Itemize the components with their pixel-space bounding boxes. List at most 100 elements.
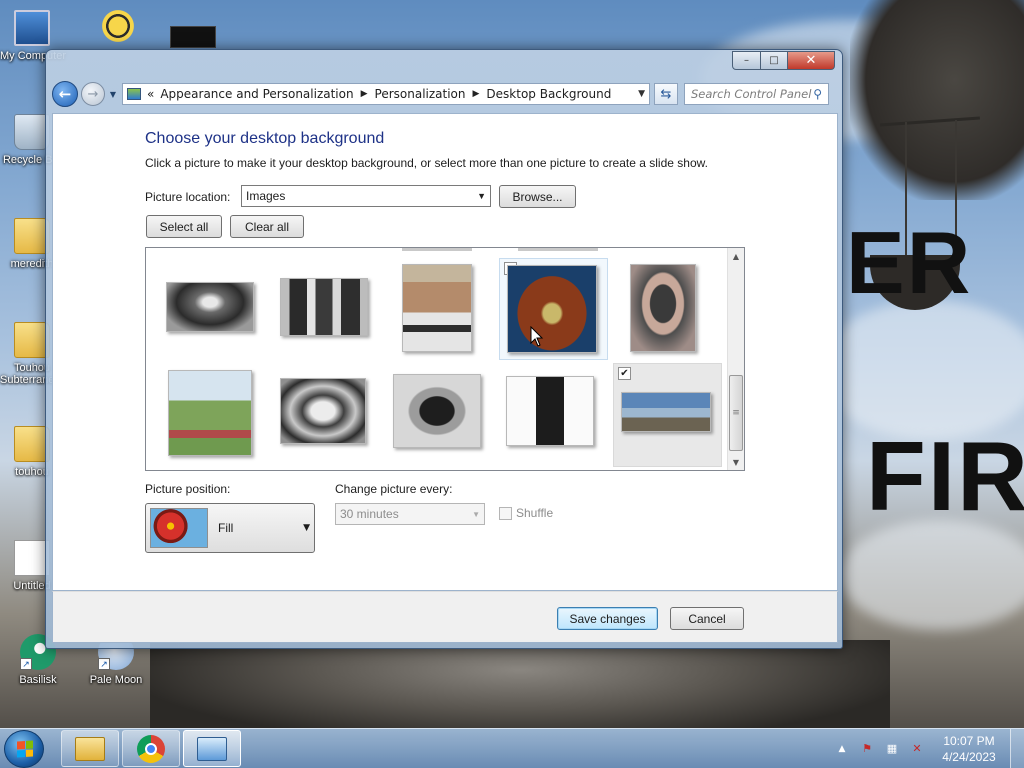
minimize-button[interactable]: – — [732, 51, 761, 70]
checkbox-box[interactable] — [499, 506, 512, 520]
change-picture-value: 30 minutes — [340, 507, 399, 521]
navigation-bar: ← → ▼ « Appearance and Personalization ▶… — [52, 80, 836, 108]
fill-preview-icon — [150, 508, 208, 548]
picture-position-select[interactable]: Fill ▼ — [145, 503, 315, 553]
file-explorer-icon — [75, 736, 105, 761]
scroll-down-button[interactable]: ▼ — [728, 454, 744, 470]
maximize-button[interactable]: □ — [761, 51, 788, 70]
close-icon: ✕ — [805, 53, 817, 68]
taskbar-explorer[interactable] — [61, 730, 119, 767]
picture-location-label: Picture location: — [145, 190, 231, 204]
desktop-icon-label: touhou — [15, 466, 49, 478]
mouse-cursor-icon — [530, 326, 544, 347]
checkmark-icon: ✔ — [620, 368, 629, 379]
browse-button[interactable]: Browse... — [499, 185, 576, 208]
desktop-icon-bee[interactable] — [96, 8, 140, 48]
show-hidden-icons-button[interactable]: ▲ — [834, 741, 850, 757]
volume-muted-icon[interactable]: ✕ — [909, 741, 925, 757]
chrome-icon — [137, 734, 165, 763]
page-description: Click a picture to make it your desktop … — [145, 156, 708, 170]
shortcut-arrow-icon: ↗ — [20, 658, 32, 670]
address-overflow-icon[interactable]: « — [147, 87, 154, 101]
shortcut-arrow-icon: ↗ — [98, 658, 110, 670]
action-center-icon[interactable]: ⚑ — [859, 741, 875, 757]
breadcrumb-separator-icon[interactable]: ▶ — [473, 89, 480, 99]
recent-pages-button[interactable]: ▼ — [107, 90, 119, 99]
content-area: Choose your desktop background Click a p… — [52, 113, 838, 591]
thumbnail-image — [280, 378, 366, 444]
desktop-icon-label: Pale Moon — [89, 674, 143, 686]
forward-arrow-icon: → — [87, 86, 99, 102]
change-picture-label: Change picture every: — [335, 482, 453, 496]
search-input[interactable]: Search Control Panel ⚲ — [684, 83, 829, 105]
thumbnail-image — [630, 264, 696, 352]
control-panel-icon — [127, 88, 141, 100]
thumbnail-7[interactable] — [280, 378, 368, 446]
thumbnail-image — [280, 278, 368, 336]
grip-icon: ≡ — [732, 408, 740, 418]
clock[interactable]: 10:07 PM 4/24/2023 — [934, 733, 1004, 765]
gallery-scrollbar[interactable]: ▲ ≡ ▼ — [727, 248, 744, 470]
chevron-down-icon: ▼ — [477, 191, 486, 201]
breadcrumb-desktop-background[interactable]: Desktop Background — [486, 87, 611, 101]
picture-location-select[interactable]: Images ▼ — [241, 185, 491, 207]
scroll-up-button[interactable]: ▲ — [728, 248, 744, 264]
thumbnail-1[interactable] — [166, 282, 256, 334]
scroll-thumb[interactable]: ≡ — [729, 375, 743, 451]
clock-date: 4/24/2023 — [942, 750, 996, 764]
system-tray: ▲ ⚑ ▦ ✕ 10:07 PM 4/24/2023 — [834, 729, 1024, 768]
picture-position-value: Fill — [218, 521, 234, 535]
thumbnail-3[interactable] — [402, 264, 474, 354]
thumbnail-9[interactable] — [506, 376, 596, 448]
taskbar: ▲ ⚑ ▦ ✕ 10:07 PM 4/24/2023 — [0, 728, 1024, 768]
picture-gallery[interactable]: ✔ ▲ ≡ ▼ — [145, 247, 745, 471]
window-controls: – □ ✕ — [732, 51, 835, 70]
thumbnail-5[interactable] — [630, 264, 698, 354]
shuffle-checkbox[interactable]: Shuffle — [499, 506, 553, 520]
address-bar[interactable]: « Appearance and Personalization ▶ Perso… — [122, 83, 650, 105]
thumbnail-image — [507, 265, 597, 353]
breadcrumb-appearance[interactable]: Appearance and Personalization — [160, 87, 353, 101]
back-arrow-icon: ← — [58, 85, 72, 103]
picture-location-value: Images — [246, 189, 286, 203]
thumbnail-image — [166, 282, 254, 332]
picture-position-label: Picture position: — [145, 482, 231, 496]
select-all-button[interactable]: Select all — [146, 215, 222, 238]
thumbnail-8[interactable] — [393, 374, 483, 450]
thumbnail-2[interactable] — [280, 278, 370, 338]
close-button[interactable]: ✕ — [788, 51, 835, 70]
breadcrumb-separator-icon[interactable]: ▶ — [361, 89, 368, 99]
thumbnail-4[interactable] — [499, 258, 608, 360]
scroll-up-icon: ▲ — [732, 251, 740, 261]
refresh-button[interactable]: ⇆ — [654, 83, 678, 105]
back-button[interactable]: ← — [52, 81, 78, 107]
taskbar-chrome[interactable] — [122, 730, 180, 767]
thumbnail-image — [621, 392, 711, 432]
desktop-icon-dark-image[interactable] — [170, 26, 216, 48]
shuffle-label: Shuffle — [516, 506, 554, 520]
start-button[interactable] — [4, 730, 44, 768]
breadcrumb-personalization[interactable]: Personalization — [375, 87, 466, 101]
taskbar-control-panel[interactable] — [183, 730, 241, 767]
chevron-down-icon: ▼ — [109, 89, 117, 99]
search-icon[interactable]: ⚲ — [813, 87, 822, 101]
thumbnail-image — [402, 264, 472, 352]
thumbnail-image — [393, 374, 481, 448]
maximize-icon: □ — [769, 55, 779, 66]
save-changes-button[interactable]: Save changes — [557, 607, 658, 630]
thumbnail-10[interactable]: ✔ — [613, 363, 722, 467]
clear-all-button[interactable]: Clear all — [230, 215, 304, 238]
address-dropdown-icon[interactable]: ▼ — [638, 89, 645, 99]
chevron-down-icon: ▼ — [472, 509, 480, 519]
network-icon[interactable]: ▦ — [884, 741, 900, 757]
search-placeholder: Search Control Panel — [691, 87, 812, 101]
cancel-button[interactable]: Cancel — [670, 607, 744, 630]
thumbnail-checkbox[interactable]: ✔ — [618, 367, 631, 380]
change-picture-select[interactable]: 30 minutes ▼ — [335, 503, 485, 525]
control-panel-window: – □ ✕ ← → ▼ « Appearance and Personaliza… — [45, 49, 843, 649]
forward-button[interactable]: → — [81, 82, 105, 106]
dialog-footer: Save changes Cancel — [52, 591, 838, 643]
thumbnail-6[interactable] — [168, 370, 254, 458]
show-desktop-button[interactable] — [1010, 729, 1024, 768]
thumbnail-image — [506, 376, 594, 446]
